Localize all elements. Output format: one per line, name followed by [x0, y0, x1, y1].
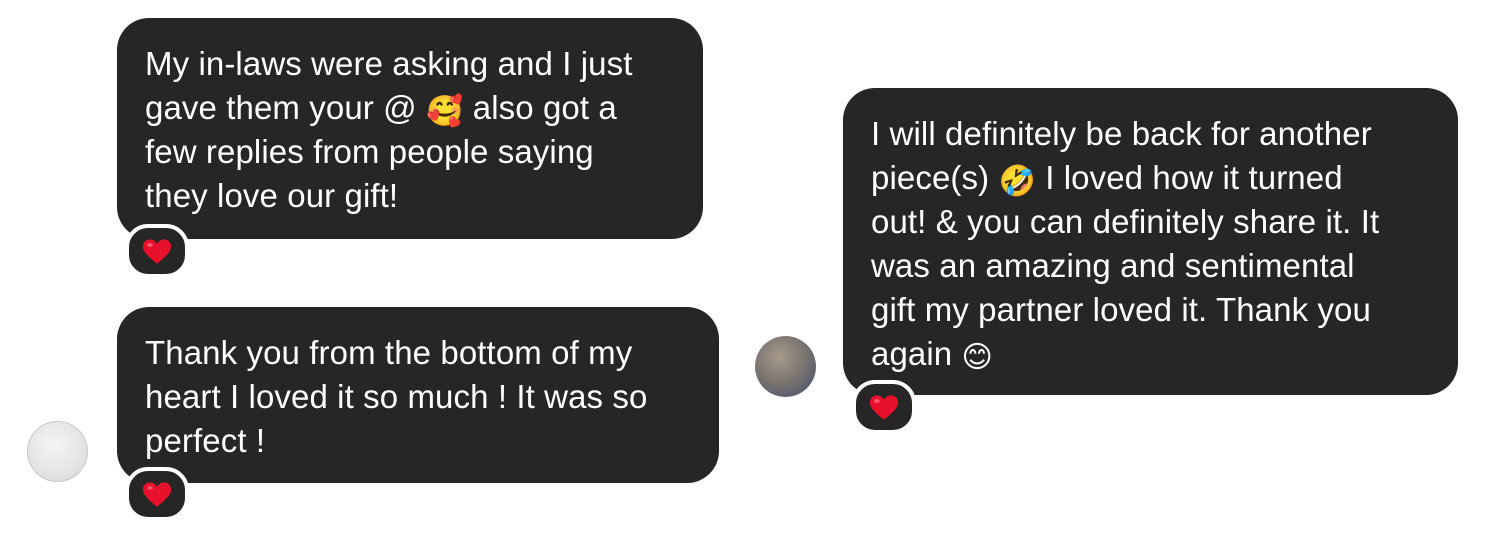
message-line-text: I loved how it turned — [1045, 159, 1343, 196]
message-line: gift my partner loved it. Thank you — [871, 291, 1371, 328]
sender-avatar-photo[interactable] — [755, 336, 816, 397]
heart-icon — [869, 394, 899, 420]
message-bubble[interactable]: I will definitely be back for another pi… — [843, 88, 1458, 395]
message-line: gave them your @ 🥰 also got a — [145, 86, 677, 130]
message-line: again 😊 — [871, 332, 1432, 376]
message-bubble[interactable]: Thank you from the bottom of my heart I … — [117, 307, 719, 483]
message-line-text: gave them your @ — [145, 89, 417, 126]
sender-avatar-blank[interactable] — [27, 421, 88, 482]
message-bubble[interactable]: My in-laws were asking and I just gave t… — [117, 18, 703, 239]
message-line: heart I loved it so much ! It was so — [145, 378, 648, 415]
smiling-face-icon: 😊 — [961, 340, 993, 375]
message-line: My in-laws were asking and I just — [145, 45, 633, 82]
message-line: piece(s) 🤣 I loved how it turned — [871, 156, 1432, 200]
rolling-on-floor-laughing-icon: 🤣 — [998, 164, 1036, 199]
heart-icon — [142, 481, 172, 507]
message-line: perfect ! — [145, 422, 266, 459]
message-line: was an amazing and sentimental — [871, 247, 1355, 284]
heart-reaction[interactable] — [125, 224, 189, 278]
message-line: they love our gift! — [145, 177, 399, 214]
heart-icon — [142, 238, 172, 264]
heart-reaction[interactable] — [852, 380, 916, 434]
message-line: Thank you from the bottom of my — [145, 334, 633, 371]
heart-reaction[interactable] — [125, 467, 189, 521]
message-line-text: again — [871, 335, 953, 372]
message-line-text: also got a — [472, 89, 617, 126]
smiling-face-with-hearts-icon: 🥰 — [426, 94, 464, 129]
message-line-text: piece(s) — [871, 159, 990, 196]
message-line: I will definitely be back for another — [871, 115, 1372, 152]
message-line: out! & you can definitely share it. It — [871, 203, 1380, 240]
message-line: few replies from people saying — [145, 133, 594, 170]
